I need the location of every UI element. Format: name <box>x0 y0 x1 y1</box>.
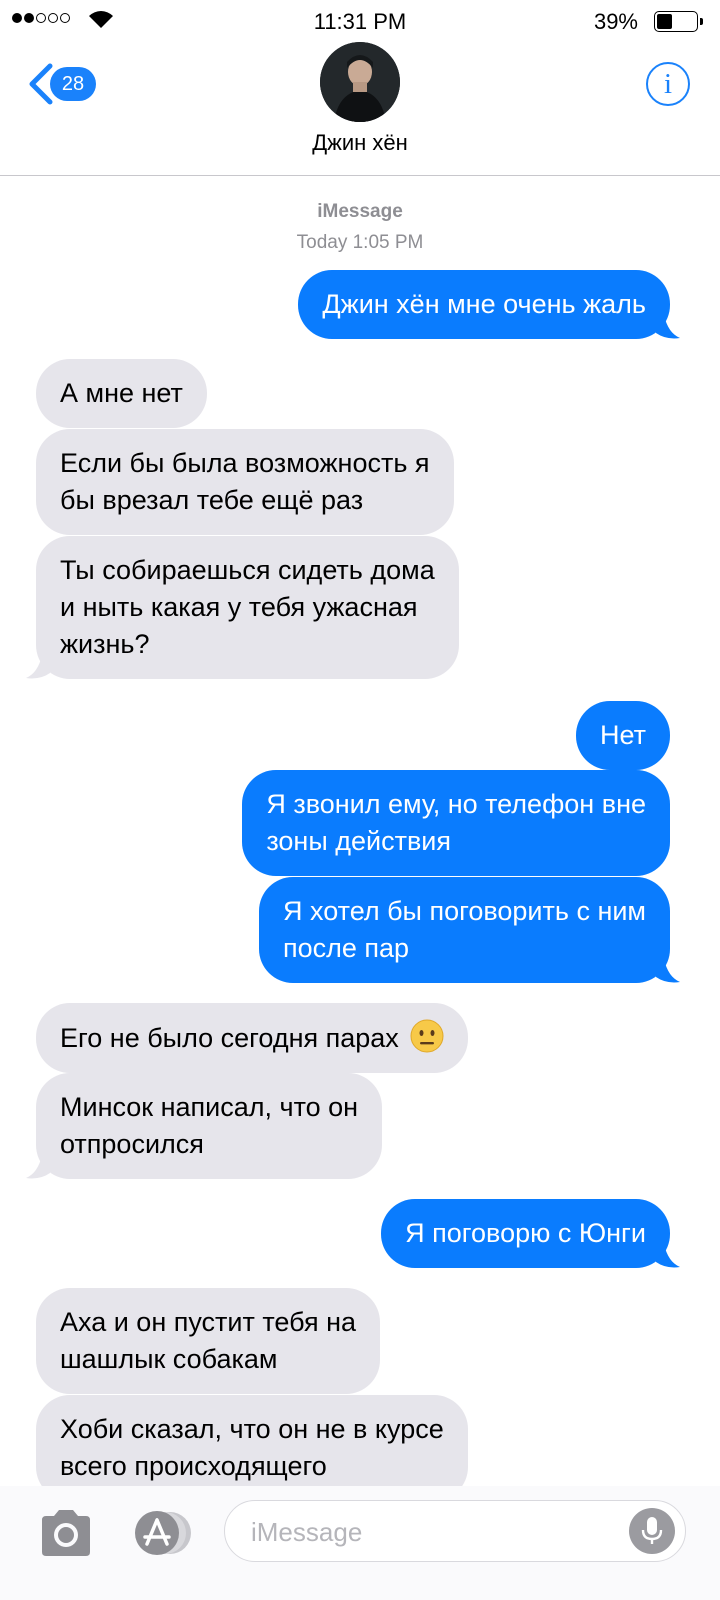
microphone-button[interactable] <box>629 1508 675 1554</box>
message-line: Его не было сегодня парах <box>60 1023 399 1053</box>
incoming-message[interactable]: Аха и он пустит тебя на шашлык собакам <box>36 1288 381 1394</box>
outgoing-message[interactable]: Я хотел бы поговорить с ним после пар <box>259 877 680 983</box>
message-line: Аха и он пустит тебя на <box>60 1307 357 1337</box>
camera-icon[interactable] <box>38 1508 94 1558</box>
message-line: после пар <box>283 933 410 963</box>
message-line: Нет <box>600 720 646 750</box>
message-line: шашлык собакам <box>60 1344 278 1374</box>
unread-count-badge: 28 <box>50 67 96 101</box>
contact-avatar[interactable] <box>320 42 400 122</box>
message-line: А мне нет <box>60 378 183 408</box>
contact-name[interactable]: Джин хён <box>0 130 720 156</box>
message-line: Минсок написал, что он <box>60 1092 359 1122</box>
compose-bar <box>0 1486 720 1600</box>
message-line: жизнь? <box>60 629 150 659</box>
message-input-field[interactable] <box>224 1500 686 1562</box>
message-input[interactable] <box>249 1513 613 1551</box>
outgoing-message[interactable]: Я звонил ему, но телефон вне зоны действ… <box>242 770 670 876</box>
outgoing-message[interactable]: Я поговорю с Юнги <box>381 1199 680 1268</box>
info-button[interactable]: i <box>646 62 690 106</box>
back-button[interactable]: 28 <box>26 62 96 106</box>
incoming-message[interactable]: А мне нет <box>36 359 207 428</box>
incoming-message[interactable]: Минсок написал, что он отпросился <box>26 1073 383 1179</box>
message-line: зоны действия <box>266 826 452 856</box>
outgoing-message[interactable]: Джин хён мне очень жаль <box>298 270 680 339</box>
info-icon: i <box>663 67 673 100</box>
message-line: бы врезал тебе ещё раз <box>60 485 364 515</box>
message-line: Я хотел бы поговорить с ним <box>283 896 646 926</box>
thread-timestamp: Today 1:05 PM <box>296 232 424 253</box>
message-line: и ныть какая у тебя ужасная <box>60 592 418 622</box>
message-line: Я поговорю с Юнги <box>405 1218 646 1248</box>
battery-percent: 39% <box>593 9 638 34</box>
message-line: Хоби сказал, что он не в курсе <box>60 1414 444 1444</box>
message-line: отпросился <box>60 1129 204 1159</box>
battery-icon <box>654 11 703 32</box>
incoming-message[interactable]: Его не было сегодня парах <box>36 1003 469 1073</box>
incoming-message[interactable]: Если бы была возможность я бы врезал теб… <box>36 429 454 535</box>
message-line: Ты собираешься сидеть дома <box>60 555 435 585</box>
message-line: всего происходящего <box>60 1451 327 1481</box>
incoming-message[interactable]: Ты собираешься сидеть дома и ныть какая … <box>26 536 459 679</box>
outgoing-message[interactable]: Нет <box>576 701 670 770</box>
message-line: Джин хён мне очень жаль <box>322 289 646 319</box>
service-label: iMessage <box>317 201 403 222</box>
microphone-icon <box>641 1517 663 1544</box>
status-bar: 11:31 PM 39% <box>0 0 720 42</box>
message-line: Если бы была возможность я <box>60 448 430 478</box>
app-store-icon[interactable] <box>130 1510 192 1556</box>
message-line: Я звонил ему, но телефон вне <box>266 789 646 819</box>
conversation-header: 28 Джин хён i <box>0 42 720 176</box>
neutral-face-emoji-icon <box>410 1019 444 1053</box>
